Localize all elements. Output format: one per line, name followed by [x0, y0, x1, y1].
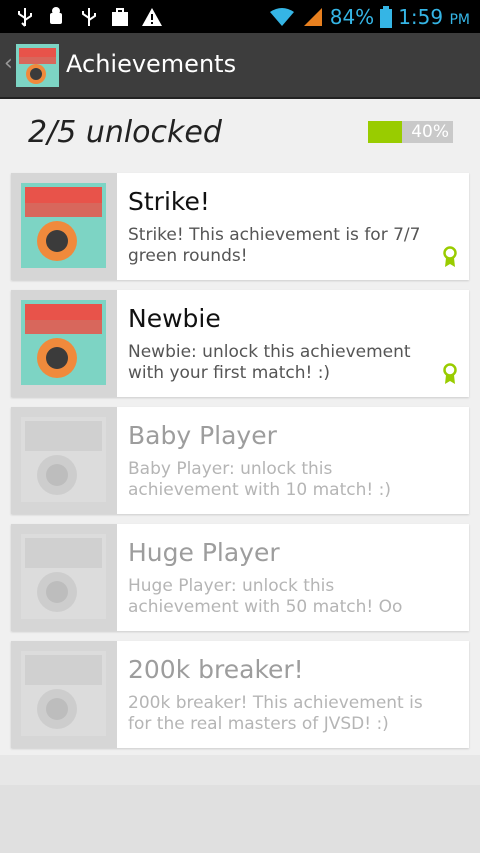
achievement-name: Baby Player [128, 421, 277, 450]
achievement-card[interactable]: Baby Player Baby Player: unlock this ach… [11, 407, 469, 514]
warning-icon [142, 8, 162, 26]
award-ribbon-icon [443, 246, 457, 267]
achievement-thumbnail [11, 407, 117, 514]
progress-label: 40% [411, 122, 449, 142]
justin-vs-direction-logo-locked [21, 417, 106, 502]
achievement-thumbnail [11, 290, 117, 397]
battery-percent: 84% [329, 4, 375, 29]
achievement-description: Huge Player: unlock this achievement wit… [128, 576, 403, 617]
progress-fill [368, 121, 402, 143]
wifi-icon [269, 7, 294, 26]
achievement-card[interactable]: Strike! Strike! This achievement is for … [11, 173, 469, 280]
justin-vs-direction-logo [16, 44, 59, 87]
achievement-thumbnail [11, 641, 117, 748]
app-icon[interactable] [16, 44, 59, 87]
page-title: Achievements [66, 50, 237, 78]
award-ribbon-icon [443, 363, 457, 384]
usb-icon [18, 8, 32, 27]
background-decoration [0, 755, 480, 853]
achievement-description: Newbie: unlock this achievement with you… [128, 342, 411, 383]
justin-vs-direction-logo-locked [21, 651, 106, 736]
achievement-name: Strike! [128, 187, 210, 216]
achievement-name: Huge Player [128, 538, 280, 567]
battery-icon [380, 5, 393, 28]
justin-vs-direction-logo [21, 183, 106, 268]
bag-icon [112, 8, 128, 26]
justin-vs-direction-logo-locked [21, 534, 106, 619]
achievement-thumbnail [11, 524, 117, 631]
action-bar: ‹ Achievements [0, 33, 480, 99]
achievement-card[interactable]: 200k breaker! 200k breaker! This achieve… [11, 641, 469, 748]
status-bar: 84% 1:59 PM [0, 0, 480, 33]
justin-vs-direction-logo [21, 300, 106, 385]
usb-icon [82, 8, 96, 26]
clock-time: 1:59 [398, 4, 444, 29]
clock: 1:59 PM [398, 5, 470, 29]
achievements-content: 2/5 unlocked 40% Strike! Strike! This ac… [0, 99, 480, 853]
achievement-description: Baby Player: unlock this achievement wit… [128, 459, 391, 500]
android-debug-icon [50, 7, 62, 24]
progress-bar: 40% [368, 121, 453, 143]
signal-icon [303, 7, 322, 26]
clock-suffix: PM [449, 11, 470, 28]
achievement-description: 200k breaker! This achievement is for th… [128, 693, 423, 734]
up-caret-icon[interactable]: ‹ [4, 51, 13, 76]
achievement-card[interactable]: Newbie Newbie: unlock this achievement w… [11, 290, 469, 397]
achievement-card[interactable]: Huge Player Huge Player: unlock this ach… [11, 524, 469, 631]
achievement-thumbnail [11, 173, 117, 280]
achievement-description: Strike! This achievement is for 7/7 gree… [128, 225, 421, 266]
achievement-name: 200k breaker! [128, 655, 304, 684]
unlocked-count: 2/5 unlocked [28, 115, 222, 150]
achievement-name: Newbie [128, 304, 221, 333]
